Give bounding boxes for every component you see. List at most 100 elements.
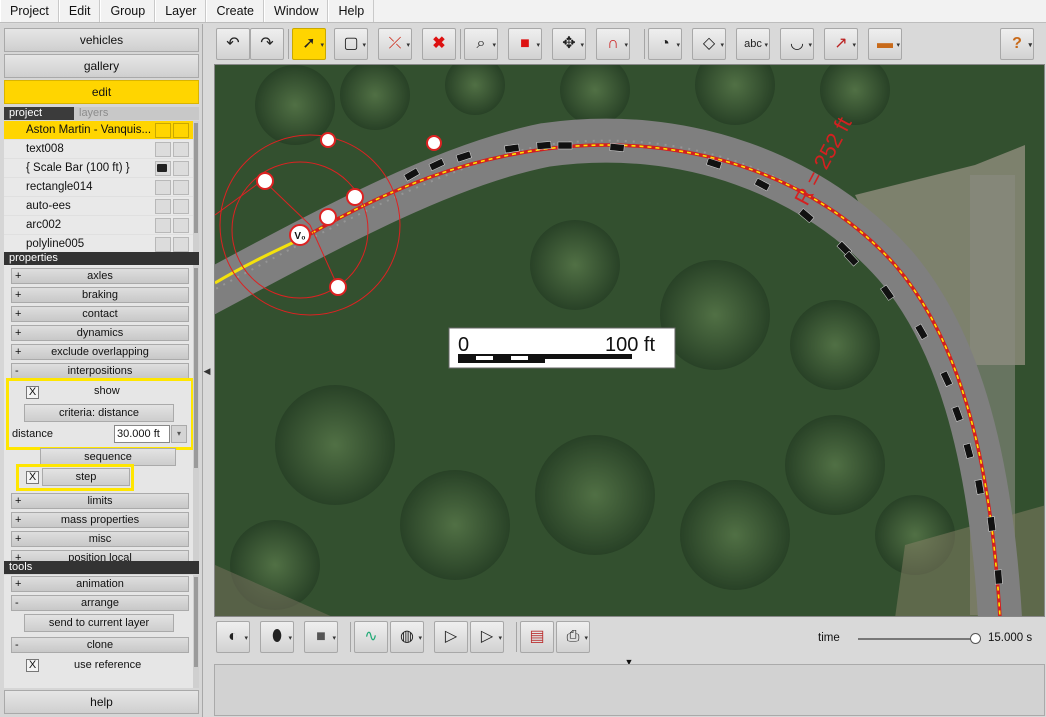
time-slider[interactable]: [858, 638, 978, 640]
scroll-thumb[interactable]: [194, 577, 198, 667]
tool-group-animation[interactable]: + animation: [11, 576, 189, 592]
pan-icon[interactable]: ✥ ▾: [552, 28, 586, 60]
color-square-icon[interactable]: ■ ▾: [304, 621, 338, 653]
tools-heading: tools: [4, 561, 199, 574]
prop-group-mass-properties[interactable]: + mass properties: [11, 512, 189, 528]
shading-icon[interactable]: ◐ ▾: [216, 621, 250, 653]
lock-toggle[interactable]: [173, 237, 189, 252]
tab-project[interactable]: project: [4, 107, 74, 120]
lock-toggle[interactable]: [173, 142, 189, 157]
tab-layers[interactable]: layers: [74, 107, 199, 120]
print-icon[interactable]: ⎙ ▾: [556, 621, 590, 653]
menu-layer[interactable]: Layer: [155, 0, 207, 22]
menu-project[interactable]: Project: [0, 0, 59, 22]
text-tool-icon[interactable]: abc ▾: [736, 28, 770, 60]
prop-label: misc: [88, 533, 112, 545]
list-item[interactable]: arc002: [4, 216, 199, 235]
lock-toggle[interactable]: [173, 123, 189, 138]
visibility-toggle[interactable]: [155, 199, 171, 214]
prop-group-braking[interactable]: + braking: [11, 287, 189, 303]
list-item[interactable]: text008: [4, 140, 199, 159]
rectangle-select-icon[interactable]: ▢ ▾: [334, 28, 368, 60]
camera-icon[interactable]: ◍ ▾: [390, 621, 424, 653]
visibility-toggle[interactable]: [155, 180, 171, 195]
expand-sign: -: [15, 365, 19, 377]
item-label: text008: [26, 143, 64, 155]
ruler-tool-icon[interactable]: ▬ ▾: [868, 28, 902, 60]
gallery-button[interactable]: gallery: [4, 54, 199, 78]
help-button[interactable]: help: [4, 690, 199, 714]
aerial-map[interactable]: V₀ R = 252 ft 0 100 ft: [215, 65, 1045, 617]
prop-group-limits[interactable]: + limits: [11, 493, 189, 509]
scale-bar[interactable]: 0 100 ft: [448, 327, 676, 369]
step-checkbox[interactable]: X: [26, 471, 39, 484]
gauge-icon[interactable]: ◔ ▾: [648, 28, 682, 60]
send-to-current-layer-button[interactable]: send to current layer: [24, 614, 174, 632]
lock-toggle[interactable]: [173, 180, 189, 195]
map-viewport[interactable]: V₀ R = 252 ft 0 100 ft: [214, 64, 1045, 617]
report-icon[interactable]: ▤: [520, 621, 554, 653]
lock-toggle[interactable]: [173, 199, 189, 214]
delete-node-icon[interactable]: ⤫ ▾: [378, 28, 412, 60]
menu-create[interactable]: Create: [206, 0, 265, 22]
scroll-thumb[interactable]: [194, 268, 198, 468]
prop-label: mass properties: [60, 514, 140, 526]
prop-label: dynamics: [76, 327, 124, 339]
distance-dropdown-arrow[interactable]: ▾: [171, 425, 187, 443]
prop-group-interpositions[interactable]: - interpositions: [11, 363, 189, 379]
use-reference-checkbox[interactable]: X: [26, 659, 39, 672]
play-options-icon[interactable]: ▷ ▾: [470, 621, 504, 653]
properties-scrollbar[interactable]: [193, 266, 199, 562]
list-item[interactable]: rectangle014: [4, 178, 199, 197]
curve-tool-icon[interactable]: ◡ ▾: [780, 28, 814, 60]
tool-group-arrange[interactable]: - arrange: [11, 595, 189, 611]
prop-group-exclude-overlapping[interactable]: + exclude overlapping: [11, 344, 189, 360]
visibility-toggle[interactable]: [155, 123, 171, 138]
time-label: time: [818, 632, 840, 644]
magnet-icon[interactable]: ∩ ▾: [596, 28, 630, 60]
lock-toggle[interactable]: [173, 161, 189, 176]
surface-icon[interactable]: ◇ ▾: [692, 28, 726, 60]
cube-icon[interactable]: ■ ▾: [508, 28, 542, 60]
shape-icon[interactable]: ⬮ ▾: [260, 621, 294, 653]
menu-help[interactable]: Help: [328, 0, 375, 22]
visibility-toggle[interactable]: [155, 142, 171, 157]
menu-edit[interactable]: Edit: [58, 0, 101, 22]
help-icon[interactable]: ? ▾: [1000, 28, 1034, 60]
criteria-distance-button[interactable]: criteria: distance: [24, 404, 174, 422]
step-button[interactable]: step: [42, 468, 130, 486]
tool-group-clone[interactable]: - clone: [11, 637, 189, 653]
lock-toggle[interactable]: [173, 218, 189, 233]
menu-group[interactable]: Group: [100, 0, 156, 22]
prop-group-axles[interactable]: + axles: [11, 268, 189, 284]
delete-icon[interactable]: ✖: [422, 28, 456, 60]
edit-button[interactable]: edit: [4, 80, 199, 104]
project-tabs: project layers: [4, 107, 199, 120]
visibility-toggle[interactable]: [155, 218, 171, 233]
menu-bar: Project Edit Group Layer Create Window H…: [0, 0, 1046, 23]
distance-input[interactable]: 30.000 ft: [114, 425, 170, 443]
tools-scrollbar[interactable]: [193, 575, 199, 688]
scroll-thumb[interactable]: [194, 123, 198, 233]
vehicles-button[interactable]: vehicles: [4, 28, 199, 52]
list-item[interactable]: { Scale Bar (100 ft) }: [4, 159, 199, 178]
list-item[interactable]: auto-ees: [4, 197, 199, 216]
show-checkbox[interactable]: X: [26, 386, 39, 399]
zoom-icon[interactable]: ⌕ ▾: [464, 28, 498, 60]
time-slider-handle[interactable]: [970, 633, 981, 644]
panel-collapse-arrow[interactable]: ◀: [203, 362, 211, 380]
undo-icon[interactable]: ↶: [216, 28, 250, 60]
project-scrollbar[interactable]: [193, 121, 199, 273]
prop-group-dynamics[interactable]: + dynamics: [11, 325, 189, 341]
play-icon[interactable]: ▷: [434, 621, 468, 653]
list-item[interactable]: Aston Martin - Vanquis...: [4, 121, 199, 140]
prop-group-contact[interactable]: + contact: [11, 306, 189, 322]
visibility-toggle[interactable]: [155, 237, 171, 252]
graph-icon[interactable]: ∿: [354, 621, 388, 653]
prop-group-misc[interactable]: + misc: [11, 531, 189, 547]
menu-window[interactable]: Window: [264, 0, 329, 22]
measure-tool-icon[interactable]: ↗ ▾: [824, 28, 858, 60]
select-arrow-icon[interactable]: ➚ ▾: [292, 28, 326, 60]
redo-icon[interactable]: ↷: [250, 28, 284, 60]
expand-sign: +: [15, 327, 22, 339]
